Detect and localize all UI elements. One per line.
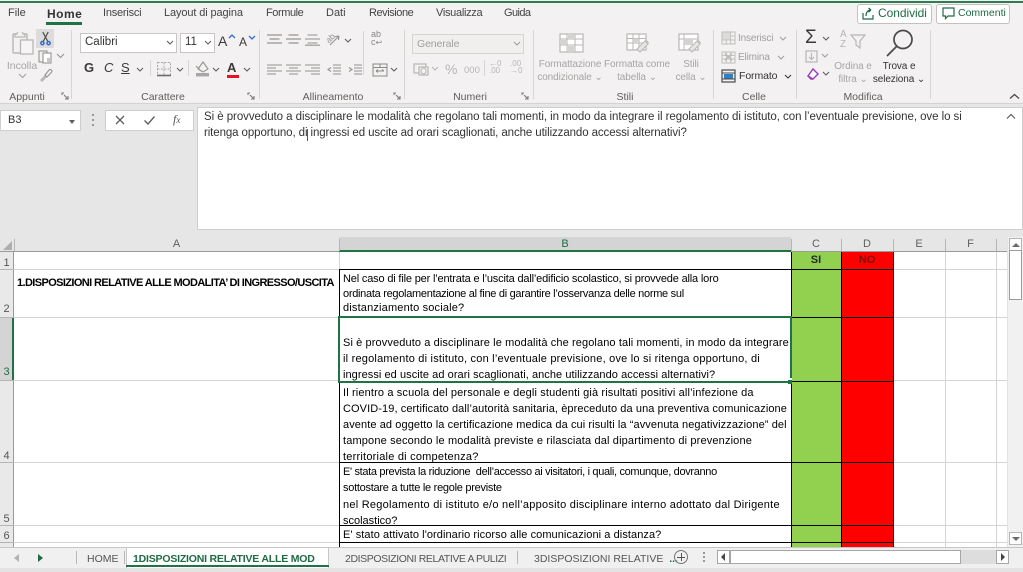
svg-text:ab: ab — [327, 32, 337, 45]
